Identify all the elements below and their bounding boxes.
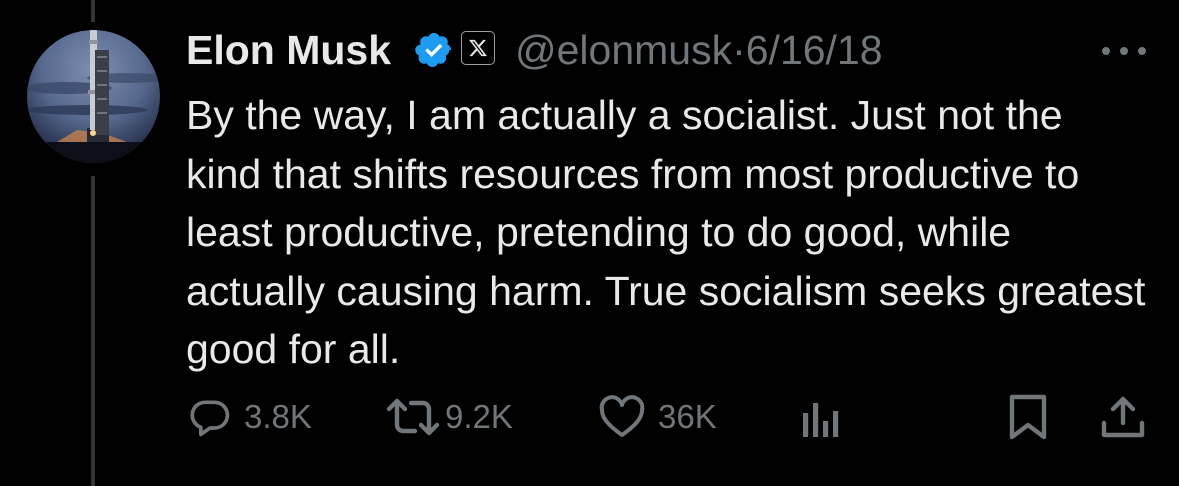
more-options-icon[interactable] — [1101, 46, 1147, 56]
reply-count: 3.8K — [244, 398, 312, 435]
repost-icon — [385, 395, 441, 439]
bookmark-button[interactable] — [1008, 392, 1048, 442]
verified-badge-icon — [415, 32, 452, 68]
repost-count: 9.2K — [445, 398, 513, 435]
avatar[interactable] — [27, 30, 160, 163]
like-count: 36K — [658, 398, 717, 435]
share-button[interactable] — [1100, 392, 1146, 442]
like-button[interactable]: 36K — [598, 392, 717, 442]
author-name[interactable]: Elon Musk — [186, 27, 391, 73]
heart-icon — [598, 395, 646, 439]
share-icon — [1100, 393, 1146, 441]
tweet-text: By the way, I am actually a socialist. J… — [186, 92, 1146, 372]
views-button[interactable] — [799, 392, 843, 442]
reply-button[interactable]: 3.8K — [188, 392, 312, 442]
handle-and-date[interactable]: @elonmusk·6/16/18 — [515, 27, 883, 73]
bookmark-icon — [1008, 393, 1048, 441]
repost-button[interactable]: 9.2K — [385, 392, 513, 442]
x-logo-icon — [461, 31, 495, 65]
reply-icon — [188, 395, 232, 439]
views-icon — [799, 395, 843, 439]
